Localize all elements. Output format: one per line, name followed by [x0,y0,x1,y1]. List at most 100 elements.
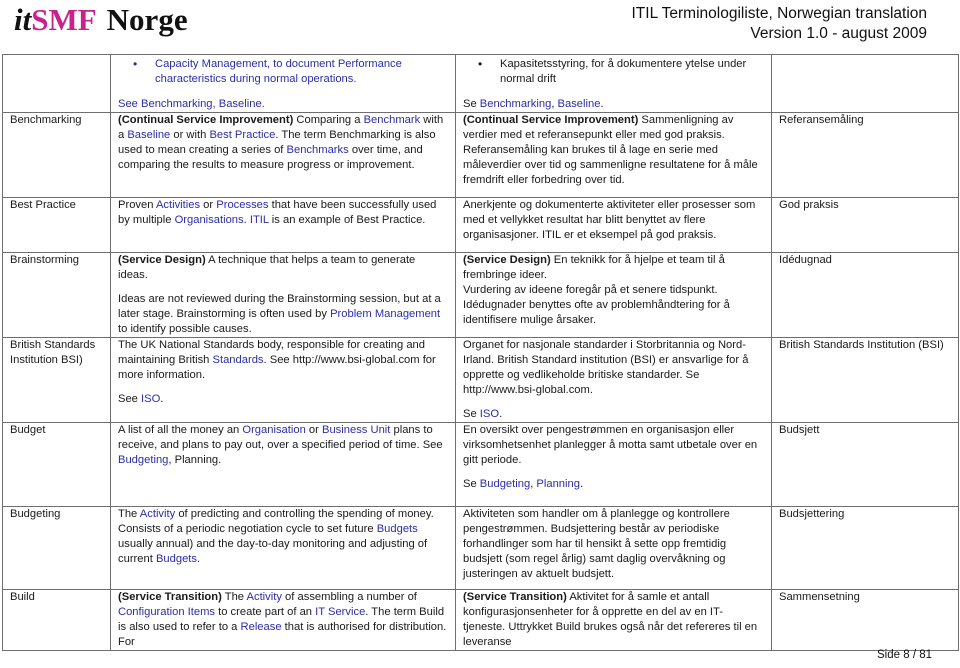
table-row: Build (Service Transition) The Activity … [2,589,959,651]
term-cell: British Standards Institution BSI) [2,337,111,423]
term-cell: Build [2,589,111,651]
link-business-unit[interactable]: Business Unit [322,424,390,436]
text: of assembling a number of [281,591,417,603]
english-definition-cell: The Activity of predicting and controlli… [110,506,456,590]
translation-cell: British Standards Institution (BSI) [771,337,959,423]
text: Proven [118,199,156,211]
link-problem-management[interactable]: Problem Management [330,308,440,320]
link-iso[interactable]: ISO [480,408,499,420]
english-definition-cell: A list of all the money an Organisation … [110,422,456,507]
text: Comparing a [293,114,364,126]
link-organisation[interactable]: Organisation [242,424,305,436]
english-definition-cell: The UK National Standards body, responsi… [110,337,456,423]
see-prefix: See [118,98,142,110]
table-row: Best Practice Proven Activities or Proce… [2,197,959,253]
phase-label: (Service Transition) [118,591,222,603]
norwegian-definition-cell: (Service Design) En teknikk for å hjelpe… [455,252,772,338]
text: or [200,199,217,211]
phase-label: (Continual Service Improvement) [118,114,294,126]
link-iso[interactable]: ISO [141,393,160,405]
text: Organet for nasjonale standarder i Storb… [463,339,749,396]
phase-label: (Service Transition) [463,591,567,603]
term-cell: Budgeting [2,506,111,590]
link-budgeting[interactable]: Budgeting [118,454,168,466]
table-row: Capacity Management, to document Perform… [2,54,959,113]
link-planning[interactable]: Planning [536,478,580,490]
link-budgeting[interactable]: Budgeting [480,478,530,490]
text: Vurdering av ideene foregår på et senere… [463,284,718,296]
text: The [118,508,140,520]
norwegian-definition-cell: (Continual Service Improvement) Sammenli… [455,112,772,198]
term-cell: Best Practice [2,197,111,253]
see-prefix: See [118,393,142,405]
document-version: Version 1.0 - august 2009 [750,25,927,42]
link-budgets[interactable]: Budgets [156,553,197,565]
term-cell: Benchmarking [2,112,111,198]
text: or with [170,129,210,141]
translation-cell: Budsjett [771,422,959,507]
link-activity[interactable]: Activity [140,508,175,520]
norwegian-definition-cell: Aktiviteten som handler om å planlegge o… [455,506,772,590]
english-definition-cell: (Continual Service Improvement) Comparin… [110,112,456,198]
link-benchmarks[interactable]: Benchmarks [287,144,349,156]
english-definition-cell: Proven Activities or Processes that have… [110,197,456,253]
link-standards[interactable]: Standards [213,354,264,366]
text: A list of all the money an [118,424,243,436]
english-definition-cell: Capacity Management, to document Perform… [110,54,456,113]
link-benchmarking[interactable]: Benchmarking [141,98,213,110]
logo-smf: SMF [31,2,97,37]
itsmf-norge-logo: itSMF Norge [14,2,188,38]
text: or [305,424,322,436]
link-release[interactable]: Release [241,621,282,633]
table-row: Budget A list of all the money an Organi… [2,422,959,507]
see-prefix: Se [463,98,480,110]
english-definition-cell: (Service Transition) The Activity of ass… [110,589,456,651]
page-number: Side 8 / 81 [877,649,932,661]
translation-cell [771,54,959,113]
norwegian-definition-cell: Kapasitetsstyring, for å dokumentere yte… [455,54,772,113]
term-cell: Budget [2,422,111,507]
see-prefix: Se [463,408,480,420]
table-row: British Standards Institution BSI) The U… [2,337,959,423]
link-activities[interactable]: Activities [156,199,200,211]
text: is an example of Best Practice. [268,214,426,226]
terminology-table: Capacity Management, to document Perform… [2,54,959,651]
english-definition-cell: (Service Design) A technique that helps … [110,252,456,338]
see-prefix: Se [463,478,480,490]
text: . [197,553,201,565]
link-best-practice[interactable]: Best Practice [209,129,275,141]
text: . [499,408,503,420]
translation-cell: Budsjettering [771,506,959,590]
link-baseline[interactable]: Baseline [558,98,601,110]
link-benchmark[interactable]: Benchmark [364,114,421,126]
logo-it: it [14,2,32,37]
translation-cell: Idédugnad [771,252,959,338]
link-organisations[interactable]: Organisations [175,214,244,226]
logo-norge: Norge [106,2,188,37]
phase-label: (Service Design) [463,254,551,266]
norwegian-definition-cell: (Service Transition) Aktivitet for å sam… [455,589,772,651]
link-baseline[interactable]: Baseline [219,98,262,110]
norwegian-definition-cell: Anerkjente og dokumenterte aktiviteter e… [455,197,772,253]
text: En oversikt over pengestrømmen en organi… [463,424,758,466]
link-benchmarking[interactable]: Benchmarking [480,98,552,110]
term-cell: Brainstorming [2,252,111,338]
link-baseline[interactable]: Baseline [127,129,170,141]
link-activity[interactable]: Activity [247,591,282,603]
text: , Planning. [168,454,222,466]
link-processes[interactable]: Processes [216,199,268,211]
document-title-line1: ITIL Terminologiliste, Norwegian transla… [631,5,928,22]
text: . [160,393,164,405]
term-cell [2,54,111,113]
text: Idédugnader benyttes ofte av problemhånd… [463,299,730,326]
translation-cell: Referansemåling [771,112,959,198]
document-title: ITIL Terminologiliste, Norwegian transla… [632,4,928,44]
bullet-item: Capacity Management, to document Perform… [133,57,448,87]
link-budgets[interactable]: Budgets [377,523,418,535]
norwegian-definition-cell: Organet for nasjonale standarder i Storb… [455,337,772,423]
phase-label: (Continual Service Improvement) [463,114,639,126]
link-it-service[interactable]: IT Service [315,606,365,618]
link-itil[interactable]: ITIL [250,214,269,226]
table-row: Benchmarking (Continual Service Improvem… [2,112,959,198]
link-configuration-items[interactable]: Configuration Items [118,606,215,618]
